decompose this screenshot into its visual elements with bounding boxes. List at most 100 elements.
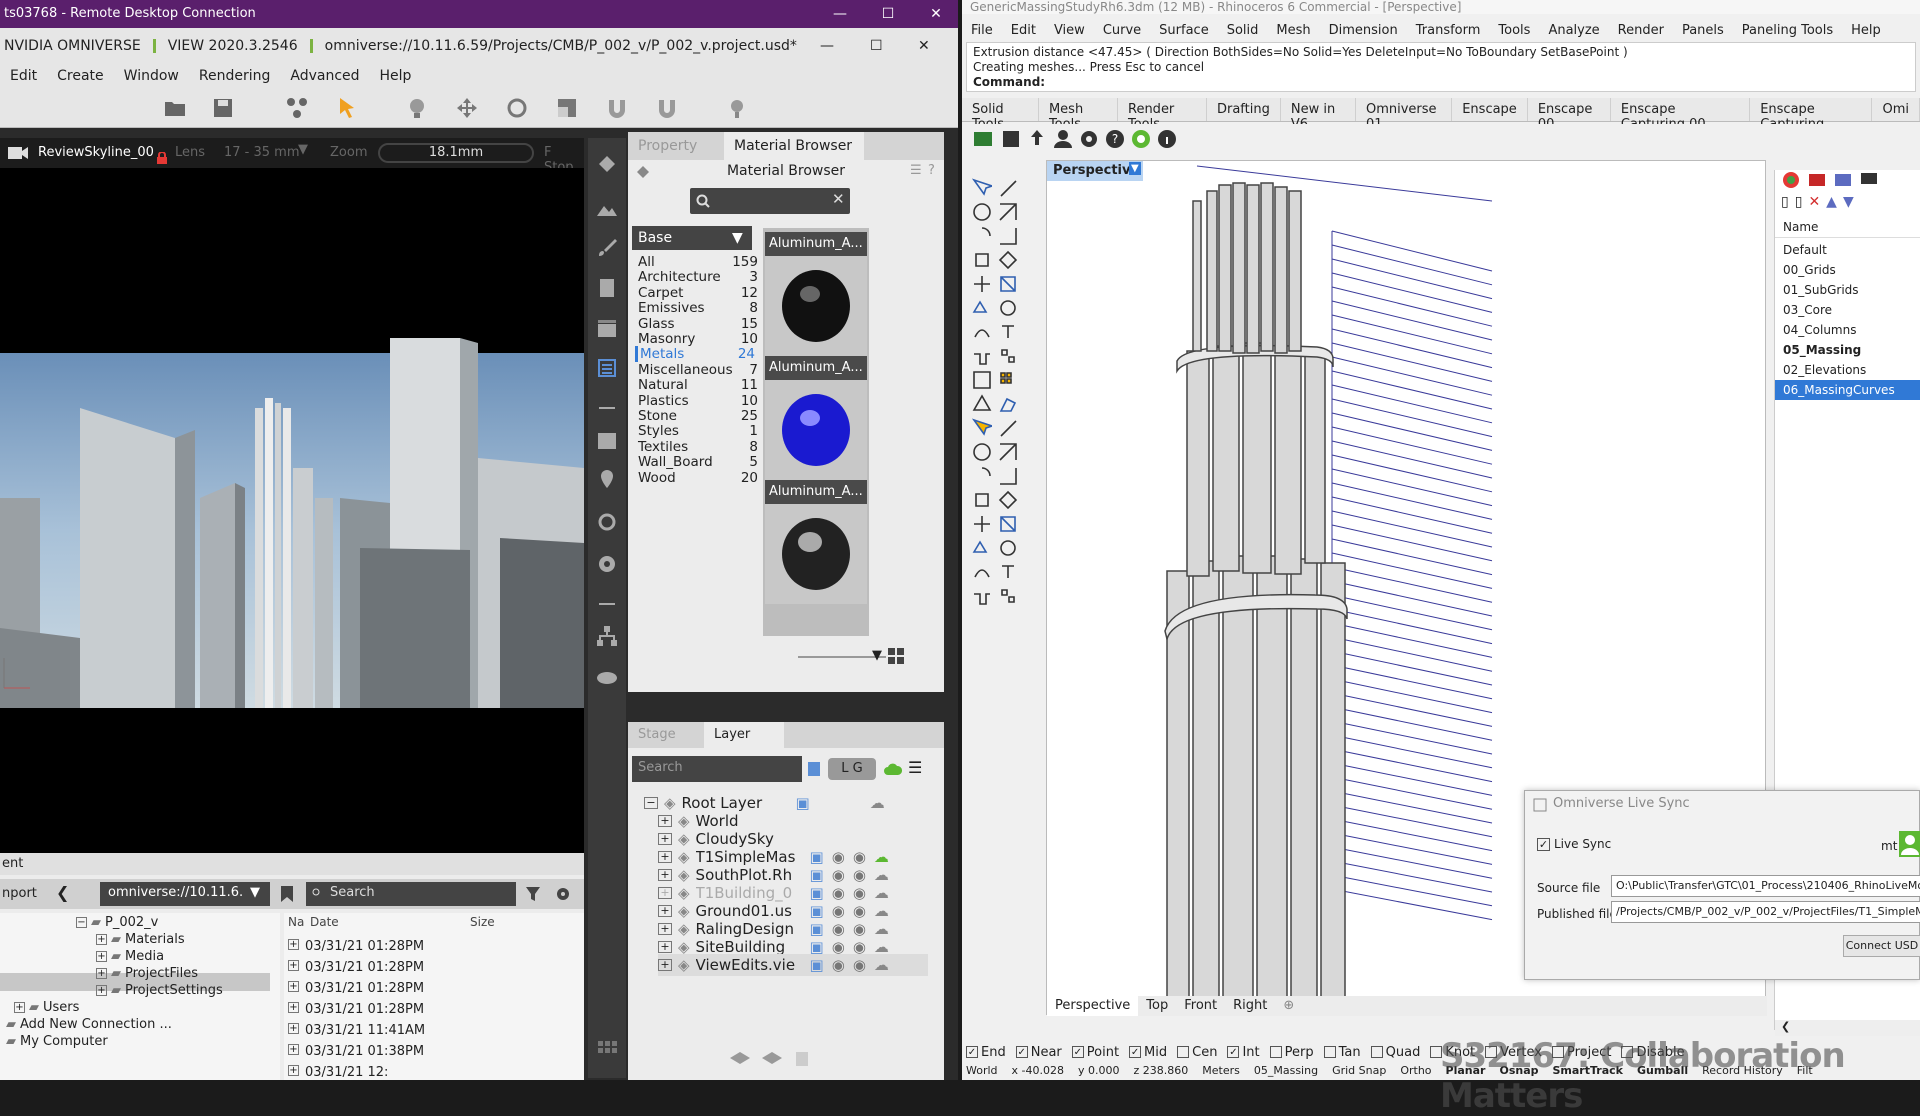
snap-icon[interactable] xyxy=(605,96,629,120)
expand-icon[interactable]: + xyxy=(658,851,672,863)
rhino-tool-icon[interactable] xyxy=(972,250,992,270)
monitor-icon[interactable] xyxy=(1859,170,1879,190)
file-row[interactable]: +03/31/21 01:28PM xyxy=(288,1002,424,1017)
back-arrow-icon[interactable]: ❮ xyxy=(56,883,69,902)
rhino-tool-icon[interactable] xyxy=(972,226,992,246)
delete-layer-icon[interactable]: ✕ xyxy=(1808,194,1820,212)
color-wheel-icon[interactable] xyxy=(1781,170,1801,190)
tree-item[interactable]: − ▰ P_002_v xyxy=(76,915,158,930)
lock-icon[interactable] xyxy=(156,152,168,164)
rhino-tool-icon[interactable] xyxy=(998,394,1018,414)
rhino-layer-row[interactable]: 00_Grids xyxy=(1775,260,1920,280)
file-row[interactable]: +03/31/21 01:28PM xyxy=(288,981,424,996)
user-avatar-icon[interactable] xyxy=(1899,831,1920,857)
rhino-tool-icon[interactable] xyxy=(972,346,992,366)
rhino-tool-icon[interactable] xyxy=(998,298,1018,318)
material-icon[interactable] xyxy=(595,152,619,176)
expand-icon[interactable]: + xyxy=(96,968,107,979)
eye-icon[interactable]: ◉ xyxy=(832,956,845,974)
file-row[interactable]: +03/31/21 01:28PM xyxy=(288,939,424,954)
rhino-toolbar-tab[interactable]: Enscape Capturing xyxy=(1750,98,1873,132)
rhino-tool-icon[interactable] xyxy=(972,490,992,510)
rhino-tool-icon[interactable] xyxy=(972,514,992,534)
close-button[interactable]: ✕ xyxy=(912,0,960,28)
rhino-tool-icon[interactable] xyxy=(998,442,1018,462)
status-field[interactable]: Grid Snap xyxy=(1332,1064,1386,1080)
omniverse-sync-icon[interactable] xyxy=(972,128,994,150)
help-icon[interactable]: ? xyxy=(928,163,935,178)
tab-stage[interactable]: Stage xyxy=(628,722,704,748)
new-layer-icon[interactable]: ▯ xyxy=(1781,194,1789,212)
file-row[interactable]: +03/31/21 01:28PM xyxy=(288,960,424,975)
material-thumbnail[interactable] xyxy=(765,380,867,480)
rhino-menu-item[interactable]: Render xyxy=(1609,20,1673,42)
cloud-icon[interactable] xyxy=(884,762,902,776)
rhino-tool-icon[interactable] xyxy=(998,274,1018,294)
help-icon[interactable]: ? xyxy=(1104,128,1126,150)
column-name[interactable]: Na xyxy=(288,915,304,929)
status-field[interactable]: z 238.860 xyxy=(1134,1064,1189,1080)
status-field[interactable]: 05_Massing xyxy=(1254,1064,1318,1080)
eye-icon[interactable] xyxy=(595,666,619,690)
scale-icon[interactable] xyxy=(555,96,579,120)
layer-name-header[interactable]: Name xyxy=(1775,218,1920,238)
layer-lg-toggle[interactable]: L G xyxy=(828,758,876,780)
rhino-tool-icon[interactable] xyxy=(998,346,1018,366)
add-view-icon[interactable]: ⊕ xyxy=(1275,996,1302,1016)
gear-icon[interactable] xyxy=(556,887,570,901)
expand-icon[interactable]: + xyxy=(658,833,672,845)
material-category-item[interactable]: Emissives 8 xyxy=(638,300,758,316)
layer-search-input[interactable]: Search xyxy=(632,756,802,782)
expand-icon[interactable]: + xyxy=(96,934,107,945)
rhino-tool-icon[interactable] xyxy=(972,562,992,582)
status-field[interactable]: x -40.028 xyxy=(1012,1064,1064,1080)
rhino-menu-item[interactable]: Dimension xyxy=(1320,20,1407,42)
landscape-icon[interactable] xyxy=(595,196,619,220)
maximize-button[interactable]: ☐ xyxy=(864,0,912,28)
save-icon[interactable] xyxy=(211,96,235,120)
gear-icon[interactable] xyxy=(595,552,619,576)
status-field[interactable]: Ortho xyxy=(1400,1064,1431,1080)
osnap-option[interactable]: ✓ Near xyxy=(1015,1042,1062,1062)
rhino-menu-item[interactable]: Paneling Tools xyxy=(1733,20,1842,42)
material-thumb-label[interactable]: Aluminum_A... xyxy=(765,480,867,504)
tree-item[interactable]: + ▰ Media xyxy=(96,949,164,964)
expand-icon[interactable]: + xyxy=(14,1002,25,1013)
rhino-toolbar-tab[interactable]: Drafting xyxy=(1207,98,1281,121)
snap-settings-icon[interactable] xyxy=(655,96,679,120)
light-icon[interactable] xyxy=(725,96,749,120)
menu-edit[interactable]: Edit xyxy=(0,64,47,88)
expand-icon[interactable]: + xyxy=(96,951,107,962)
base-filter-dropdown[interactable]: Base ▼ xyxy=(632,226,752,250)
material-category-item[interactable]: Natural 11 xyxy=(638,377,758,393)
move-icon[interactable] xyxy=(455,96,479,120)
minimize-button[interactable]: — xyxy=(816,0,864,28)
menu-help[interactable]: Help xyxy=(370,64,422,88)
material-category-item[interactable]: Glass 15 xyxy=(638,316,758,332)
grid-icon[interactable] xyxy=(595,1038,619,1062)
save-icon[interactable] xyxy=(1000,128,1022,150)
rhino-toolbar-tab[interactable]: Omi xyxy=(1872,98,1920,121)
camera-name[interactable]: ReviewSkyline_00 xyxy=(38,145,154,160)
layer-row[interactable]: + ◈ ViewEdits.vie ▣ ◉ ◉ ☁ xyxy=(658,954,928,976)
calendar-icon[interactable] xyxy=(595,428,619,452)
brush-icon[interactable] xyxy=(595,236,619,260)
rhino-menu-item[interactable]: Transform xyxy=(1407,20,1490,42)
osnap-option[interactable]: Perp xyxy=(1269,1042,1314,1062)
rhino-toolbar-tab[interactable]: Enscape Capturing 00 xyxy=(1611,98,1751,132)
menu-window[interactable]: Window xyxy=(114,64,189,88)
tree-item[interactable]: + ▰ ProjectSettings xyxy=(96,983,223,998)
sun-settings-icon[interactable] xyxy=(595,510,619,534)
cloud-icon[interactable]: ☁ xyxy=(874,956,889,974)
pin-icon[interactable] xyxy=(595,468,619,492)
rhino-tool-icon[interactable] xyxy=(972,202,992,222)
nodes-icon[interactable] xyxy=(285,96,309,120)
expand-icon[interactable]: + xyxy=(96,985,107,996)
source-file-field[interactable]: O:\Public\Transfer\GTC\01_Process\210406… xyxy=(1611,875,1920,897)
rhino-tool-icon[interactable] xyxy=(998,562,1018,582)
rhino-tool-icon[interactable] xyxy=(972,466,992,486)
tree-item[interactable]: ▰ My Computer xyxy=(6,1034,108,1049)
rhino-toolbar-tab[interactable]: Enscape 00 xyxy=(1528,98,1611,132)
osnap-option[interactable]: Quad xyxy=(1370,1042,1420,1062)
list-icon[interactable] xyxy=(595,356,619,380)
